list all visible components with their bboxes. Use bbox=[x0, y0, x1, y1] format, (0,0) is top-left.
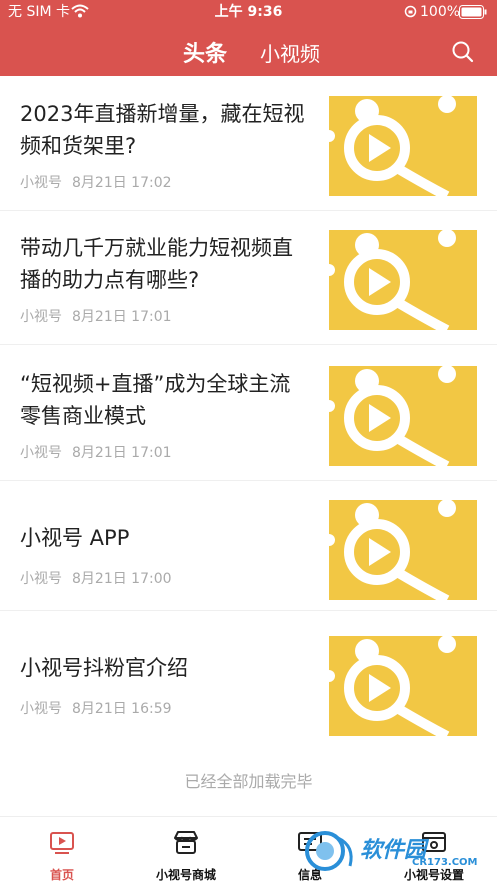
article-meta: 小视号 8月21日 16:59 bbox=[20, 698, 172, 718]
article-date: 8月21日 17:00 bbox=[72, 571, 172, 587]
article-meta: 小视号 8月21日 17:02 bbox=[20, 172, 172, 192]
end-of-list-text: 已经全部加载完毕 bbox=[184, 772, 313, 791]
article-meta: 小视号 8月21日 17:01 bbox=[20, 306, 172, 326]
article-meta: 小视号 8月21日 17:01 bbox=[20, 442, 172, 462]
article-title: 小视号 APP bbox=[20, 526, 130, 550]
article-title: “短视频+直播”成为全球主流零售商业模式 bbox=[20, 372, 291, 428]
article-date: 8月21日 16:59 bbox=[72, 701, 172, 717]
article-date: 8月21日 17:01 bbox=[72, 445, 172, 461]
watermark-logo-icon bbox=[305, 831, 353, 871]
watermark: 软件园 CR173.COM bbox=[300, 826, 480, 876]
orientation-lock-icon bbox=[404, 5, 417, 18]
article-date: 8月21日 17:01 bbox=[72, 309, 172, 325]
article-date: 8月21日 17:02 bbox=[72, 175, 172, 191]
top-nav: 头条 小视频 bbox=[0, 30, 497, 74]
list-item[interactable]: 带动几千万就业能力短视频直播的助力点有哪些? 小视号 8月21日 17:01 bbox=[0, 210, 497, 345]
watermark-url: CR173.COM bbox=[412, 857, 478, 868]
status-bar: 无 SIM 卡 上午 9:36 100% bbox=[0, 0, 497, 24]
article-source: 小视号 bbox=[20, 571, 62, 587]
article-title: 小视号抖粉官介绍 bbox=[20, 656, 188, 680]
video-thumbnail-icon bbox=[329, 500, 477, 600]
search-icon[interactable] bbox=[451, 40, 475, 64]
article-title: 带动几千万就业能力短视频直播的助力点有哪些? bbox=[20, 236, 293, 292]
tab-headlines[interactable]: 头条 bbox=[183, 36, 227, 68]
video-thumbnail-icon bbox=[329, 230, 477, 330]
home-play-icon bbox=[50, 832, 74, 854]
video-thumbnail-icon bbox=[329, 366, 477, 466]
tab-short-video[interactable]: 小视频 bbox=[260, 38, 320, 67]
video-thumbnail-icon bbox=[329, 636, 477, 736]
tab-mall[interactable]: 小视号商城 bbox=[124, 817, 248, 884]
article-source: 小视号 bbox=[20, 175, 62, 191]
list-item[interactable]: “短视频+直播”成为全球主流零售商业模式 小视号 8月21日 17:01 bbox=[0, 346, 497, 481]
tab-label: 小视号商城 bbox=[155, 868, 216, 882]
article-source: 小视号 bbox=[20, 445, 62, 461]
video-thumbnail-icon bbox=[329, 96, 477, 196]
app-header: 无 SIM 卡 上午 9:36 100% 头条 小视频 bbox=[0, 0, 497, 76]
battery-percentage: 100% bbox=[420, 4, 461, 20]
article-source: 小视号 bbox=[20, 309, 62, 325]
tab-home[interactable]: 首页 bbox=[0, 817, 124, 884]
article-title: 2023年直播新增量，藏在短视频和货架里? bbox=[20, 102, 305, 158]
battery-icon bbox=[459, 5, 487, 19]
list-item[interactable]: 2023年直播新增量，藏在短视频和货架里? 小视号 8月21日 17:02 bbox=[0, 76, 497, 211]
store-icon bbox=[174, 831, 198, 854]
article-meta: 小视号 8月21日 17:00 bbox=[20, 568, 172, 588]
list-item[interactable]: 小视号抖粉官介绍 小视号 8月21日 16:59 bbox=[0, 612, 497, 742]
tab-label: 首页 bbox=[49, 868, 74, 882]
list-item[interactable]: 小视号 APP 小视号 8月21日 17:00 bbox=[0, 482, 497, 611]
article-source: 小视号 bbox=[20, 701, 62, 717]
